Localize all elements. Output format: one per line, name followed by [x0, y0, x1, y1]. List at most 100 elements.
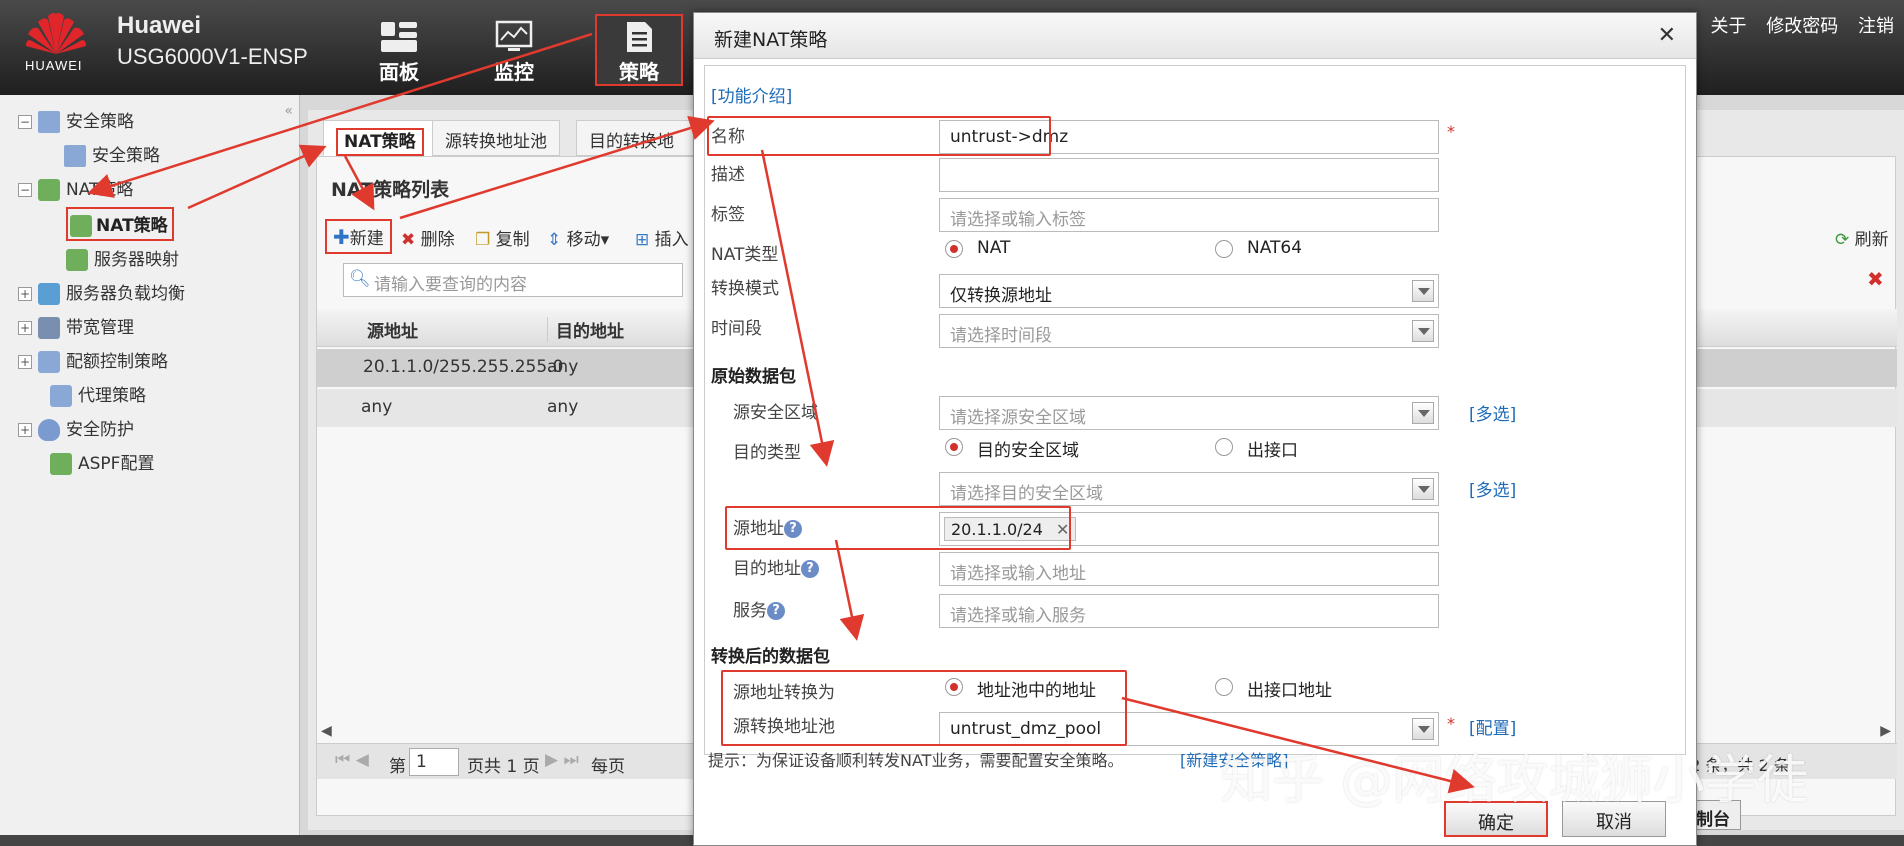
expand-toggle-icon[interactable]: +	[18, 287, 32, 301]
delete-button[interactable]: ✖ 删除	[401, 225, 455, 250]
sidebar-item-server-lb[interactable]: + 服务器负载均衡	[18, 279, 185, 305]
page-total: 页共 1 页	[467, 757, 540, 777]
annotation-box	[707, 116, 1051, 156]
expand-toggle-icon[interactable]: +	[18, 423, 32, 437]
translated-section-title: 转换后的数据包	[711, 647, 830, 667]
nat-type-nat-radio[interactable]	[945, 240, 963, 258]
sidebar-item-security-policy[interactable]: − 安全策略	[18, 107, 134, 133]
new-nat-policy-dialog: 新建NAT策略 ✕ [功能介绍] 名称 untrust->dmz * 描述 标签…	[693, 12, 1697, 846]
move-button[interactable]: ⇕ 移动▾	[547, 225, 609, 250]
sidebar-item-server-mapping[interactable]: 服务器映射	[66, 245, 179, 271]
expand-toggle-icon[interactable]: +	[18, 355, 32, 369]
sidebar-item-label: 服务器映射	[94, 250, 179, 270]
aspf-icon	[50, 453, 72, 475]
sidebar: « − 安全策略 安全策略 − NAT策略 NAT策略 服务器映射 + 服务器负载均衡…	[0, 95, 300, 835]
quota-icon	[38, 351, 60, 373]
search-input[interactable]: 请输入要查询的内容	[343, 263, 683, 297]
dst-zone-select[interactable]: 请选择目的安全区域	[939, 472, 1439, 506]
scroll-right-icon[interactable]: ▶	[1880, 723, 1891, 739]
col-dst-address[interactable]: 目的地址	[547, 317, 624, 342]
sidebar-item-bandwidth[interactable]: + 带宽管理	[18, 313, 134, 339]
new-label: 新建	[349, 229, 384, 249]
mode-select[interactable]: 仅转换源地址	[939, 274, 1439, 308]
brand-name: Huawei	[117, 12, 202, 39]
move-icon: ⇕	[547, 230, 562, 250]
about-link[interactable]: 关于	[1711, 16, 1747, 37]
tag-input[interactable]: 请选择或输入标签	[939, 198, 1439, 232]
src-zone-select[interactable]: 请选择源安全区域	[939, 396, 1439, 430]
clear-filter-icon[interactable]: ✖	[1867, 267, 1884, 291]
new-button[interactable]: ✚新建	[325, 219, 392, 254]
help-icon[interactable]: ?	[801, 560, 819, 578]
collapse-toggle-icon[interactable]: −	[18, 183, 32, 197]
collapse-icon[interactable]: «	[284, 103, 293, 119]
nat-type-nat64-radio[interactable]	[1215, 240, 1233, 258]
sidebar-item-quota[interactable]: + 配额控制策略	[18, 347, 168, 373]
cell-dst: any	[547, 357, 579, 377]
cell-src: any	[361, 397, 393, 417]
nav-dashboard[interactable]: 面板	[355, 16, 443, 88]
tab-dst-pool[interactable]: 目的转换地	[576, 120, 696, 156]
delete-label: 删除	[420, 230, 455, 250]
cell-dst: any	[547, 397, 579, 417]
nav-monitor[interactable]: 监控	[470, 16, 558, 88]
chevron-down-icon[interactable]	[1412, 320, 1434, 342]
chevron-down-icon[interactable]	[1412, 402, 1434, 424]
sidebar-item-security-policy-sub[interactable]: 安全策略	[64, 141, 160, 167]
chevron-down-icon[interactable]	[1412, 718, 1434, 740]
dst-address-input[interactable]: 请选择或输入地址	[939, 552, 1439, 586]
logo-text: HUAWEI	[25, 58, 83, 73]
dst-type-interface-radio[interactable]	[1215, 438, 1233, 456]
change-password-link[interactable]: 修改密码	[1766, 16, 1838, 37]
description-input[interactable]	[939, 158, 1439, 192]
insert-button[interactable]: ⊞ 插入	[635, 225, 689, 250]
dst-type-zone-radio[interactable]	[945, 438, 963, 456]
col-src-address[interactable]: 源地址	[367, 317, 418, 342]
per-page-label: 每页	[591, 757, 625, 777]
delete-icon: ✖	[401, 230, 416, 250]
tab-src-pool[interactable]: 源转换地址池	[432, 120, 560, 156]
collapse-toggle-icon[interactable]: −	[18, 115, 32, 129]
load-balance-icon	[38, 283, 60, 305]
logout-link[interactable]: 注销	[1858, 16, 1894, 37]
sidebar-item-label: 配额控制策略	[66, 352, 168, 372]
sidebar-item-protection[interactable]: + 安全防护	[18, 415, 134, 441]
tab-nat-policy[interactable]: NAT策略	[323, 120, 437, 156]
chevron-down-icon[interactable]	[1412, 478, 1434, 500]
help-link[interactable]: [功能介绍]	[711, 82, 792, 107]
dst-address-text: 目的地址	[733, 559, 801, 579]
plus-icon: ✚	[333, 225, 350, 249]
help-icon[interactable]: ?	[767, 602, 785, 620]
expand-toggle-icon[interactable]: +	[18, 321, 32, 335]
scroll-left-icon[interactable]: ◀	[321, 723, 332, 739]
refresh-button[interactable]: ⟳ 刷新	[1835, 225, 1889, 250]
nav-policy[interactable]: 策略	[595, 14, 683, 86]
src-zone-label: 源安全区域	[733, 403, 818, 423]
annotation-box	[721, 670, 1127, 746]
trans-interface-radio[interactable]	[1215, 678, 1233, 696]
time-select[interactable]: 请选择时间段	[939, 314, 1439, 348]
required-mark: *	[1447, 714, 1455, 733]
chevron-down-icon[interactable]	[1412, 280, 1434, 302]
device-model: USG6000V1-ENSP	[117, 44, 308, 69]
page-number-input[interactable]: 1	[409, 748, 459, 776]
dashboard-icon	[381, 22, 417, 52]
policy-doc-icon	[38, 111, 60, 133]
dst-zone-multi-link[interactable]: [多选]	[1469, 476, 1516, 501]
sidebar-item-proxy[interactable]: 代理策略	[44, 381, 146, 407]
next-page-icon[interactable]: ▶ ⏭	[545, 750, 579, 770]
pool-config-link[interactable]: [配置]	[1469, 714, 1516, 739]
insert-label: 插入	[654, 230, 689, 250]
sidebar-item-nat-policy[interactable]: − NAT策略	[18, 175, 133, 201]
copy-label: 复制	[495, 230, 530, 250]
time-label: 时间段	[711, 319, 762, 339]
first-page-icon[interactable]: ⏮ ◀	[335, 750, 369, 770]
close-icon[interactable]: ✕	[1658, 23, 1676, 48]
src-zone-multi-link[interactable]: [多选]	[1469, 400, 1516, 425]
copy-button[interactable]: ❐ 复制	[475, 225, 530, 250]
sidebar-item-aspf[interactable]: ASPF配置	[44, 449, 154, 475]
sidebar-item-nat-policy-sub[interactable]: NAT策略	[66, 207, 174, 241]
service-label: 服务?	[733, 596, 785, 621]
sidebar-item-label: 代理策略	[78, 386, 146, 406]
service-input[interactable]: 请选择或输入服务	[939, 594, 1439, 628]
